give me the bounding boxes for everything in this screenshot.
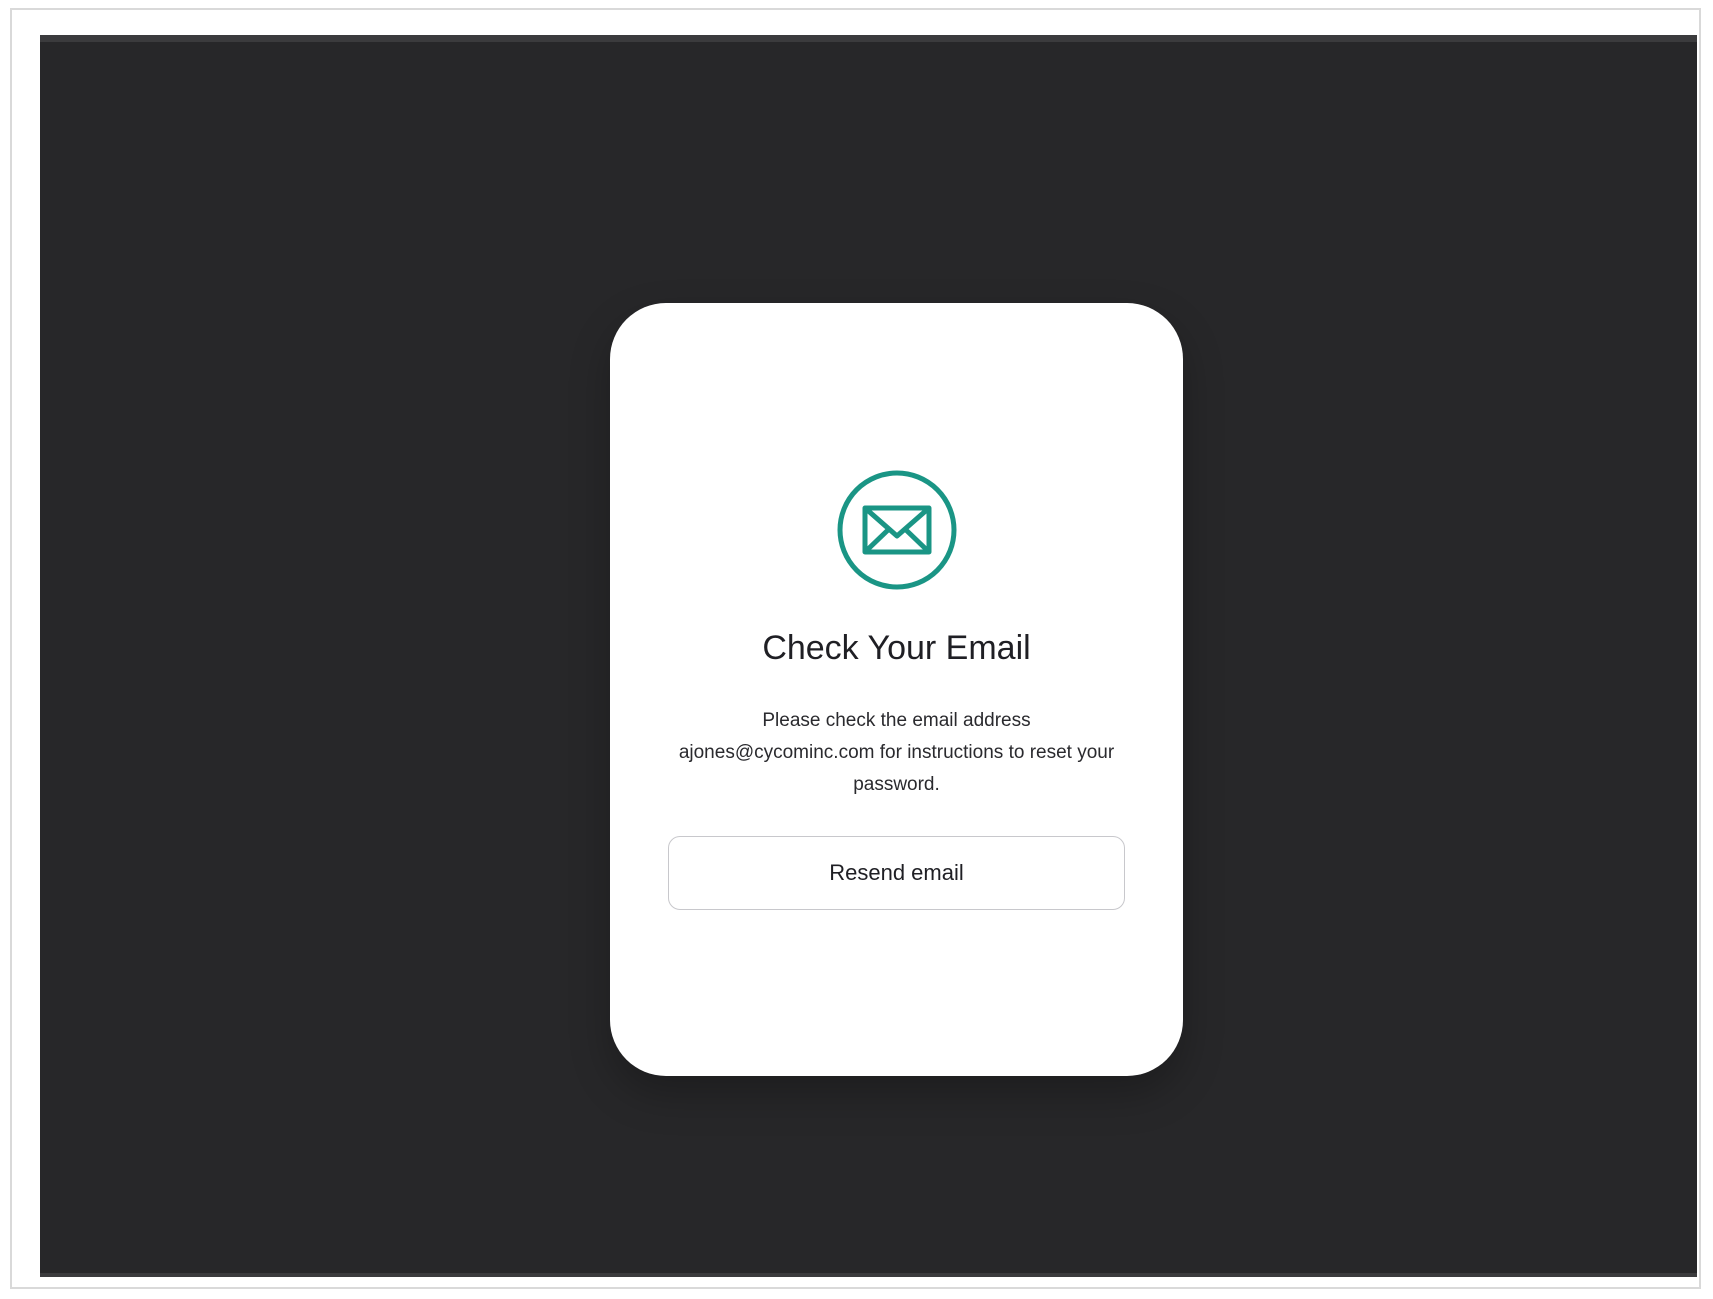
- screenshot-frame: Check Your Email Please check the email …: [10, 8, 1701, 1289]
- resend-email-button[interactable]: Resend email: [668, 836, 1125, 910]
- envelope-icon: [837, 470, 957, 590]
- check-email-card: Check Your Email Please check the email …: [610, 303, 1183, 1076]
- instruction-message: Please check the email address ajones@cy…: [678, 710, 1115, 795]
- page-title: Check Your Email: [762, 629, 1031, 667]
- app-background: Check Your Email Please check the email …: [40, 35, 1697, 1277]
